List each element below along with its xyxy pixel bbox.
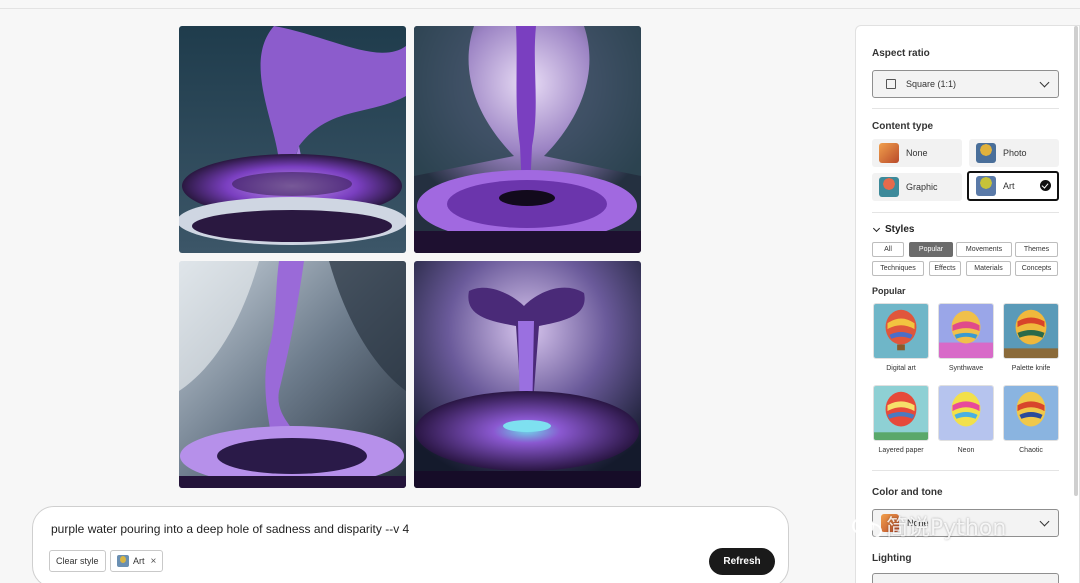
section-divider bbox=[872, 108, 1059, 109]
chevron-down-icon bbox=[872, 224, 881, 232]
art-style-chip[interactable]: Art × bbox=[110, 550, 164, 572]
filter-all[interactable]: All bbox=[872, 242, 904, 257]
chaotic-thumbnail bbox=[1003, 385, 1059, 441]
filter-materials[interactable]: Materials bbox=[966, 261, 1011, 276]
lighting-dropdown[interactable] bbox=[872, 573, 1059, 583]
color-tone-title: Color and tone bbox=[872, 487, 943, 498]
result-image-2[interactable] bbox=[414, 26, 641, 253]
style-card-palette-knife[interactable]: Palette knife bbox=[1003, 303, 1059, 372]
popular-section-title: Popular bbox=[872, 286, 906, 296]
remove-chip-icon[interactable]: × bbox=[151, 556, 157, 567]
content-type-photo-label: Photo bbox=[1003, 148, 1027, 158]
art-chip-label: Art bbox=[133, 556, 145, 566]
style-card-label: Synthwave bbox=[948, 365, 984, 372]
art-thumbnail-icon bbox=[117, 555, 129, 567]
chevron-down-icon bbox=[1039, 77, 1050, 88]
styles-toggle[interactable]: Styles bbox=[872, 224, 915, 235]
style-card-layered-paper[interactable]: Layered paper bbox=[873, 385, 929, 454]
refresh-button[interactable]: Refresh bbox=[709, 548, 775, 575]
lighting-title: Lighting bbox=[872, 553, 912, 564]
aspect-ratio-value: Square (1:1) bbox=[906, 79, 957, 89]
neon-thumbnail bbox=[938, 385, 994, 441]
aspect-ratio-dropdown[interactable]: Square (1:1) bbox=[872, 70, 1059, 98]
watermark: 简说Python bbox=[852, 510, 1006, 542]
style-card-label: Digital art bbox=[886, 365, 916, 372]
panel-scrollbar[interactable] bbox=[1074, 26, 1078, 496]
content-type-graphic-label: Graphic bbox=[906, 182, 938, 192]
content-type-graphic[interactable]: Graphic bbox=[872, 173, 962, 201]
square-icon bbox=[886, 79, 896, 89]
watermark-text: 简说Python bbox=[886, 516, 1007, 541]
filter-techniques[interactable]: Techniques bbox=[872, 261, 924, 276]
filter-popular[interactable]: Popular bbox=[909, 242, 953, 257]
section-divider bbox=[872, 470, 1059, 471]
style-card-digital-art[interactable]: Digital art bbox=[873, 303, 929, 372]
section-divider bbox=[872, 212, 1059, 213]
content-type-none-label: None bbox=[906, 148, 928, 158]
results-grid bbox=[179, 26, 641, 488]
style-card-label: Palette knife bbox=[1011, 365, 1051, 372]
content-type-art[interactable]: Art bbox=[967, 171, 1059, 201]
style-card-label: Neon bbox=[957, 447, 975, 454]
prompt-box[interactable]: purple water pouring into a deep hole of… bbox=[32, 506, 789, 583]
filter-effects[interactable]: Effects bbox=[929, 261, 961, 276]
settings-panel: Aspect ratio Square (1:1) Content type N… bbox=[855, 25, 1080, 583]
layered-paper-thumbnail bbox=[873, 385, 929, 441]
none-thumbnail-icon bbox=[879, 143, 899, 163]
clear-style-button[interactable]: Clear style bbox=[49, 550, 106, 572]
style-card-label: Layered paper bbox=[878, 447, 924, 454]
checkmark-icon bbox=[1040, 180, 1051, 191]
synthwave-thumbnail bbox=[938, 303, 994, 359]
style-card-chaotic[interactable]: Chaotic bbox=[1003, 385, 1059, 454]
chevron-down-icon bbox=[1039, 516, 1050, 527]
content-type-none[interactable]: None bbox=[872, 139, 962, 167]
result-image-4[interactable] bbox=[414, 261, 641, 488]
content-type-art-label: Art bbox=[1003, 181, 1015, 191]
photo-thumbnail-icon bbox=[976, 143, 996, 163]
content-type-title: Content type bbox=[872, 121, 934, 132]
palette-knife-thumbnail bbox=[1003, 303, 1059, 359]
filter-movements[interactable]: Movements bbox=[956, 242, 1012, 257]
content-type-photo[interactable]: Photo bbox=[969, 139, 1059, 167]
result-image-1[interactable] bbox=[179, 26, 406, 253]
style-card-synthwave[interactable]: Synthwave bbox=[938, 303, 994, 372]
prompt-input[interactable]: purple water pouring into a deep hole of… bbox=[51, 522, 409, 536]
wechat-logo-icon bbox=[852, 515, 882, 539]
aspect-ratio-title: Aspect ratio bbox=[872, 48, 930, 59]
art-thumbnail-icon bbox=[976, 176, 996, 196]
style-card-label: Chaotic bbox=[1019, 447, 1043, 454]
styles-title: Styles bbox=[885, 224, 915, 235]
style-card-neon[interactable]: Neon bbox=[938, 385, 994, 454]
result-image-3[interactable] bbox=[179, 261, 406, 488]
top-divider bbox=[0, 8, 1080, 9]
graphic-thumbnail-icon bbox=[879, 177, 899, 197]
filter-concepts[interactable]: Concepts bbox=[1015, 261, 1058, 276]
digital-art-thumbnail bbox=[873, 303, 929, 359]
filter-themes[interactable]: Themes bbox=[1015, 242, 1058, 257]
